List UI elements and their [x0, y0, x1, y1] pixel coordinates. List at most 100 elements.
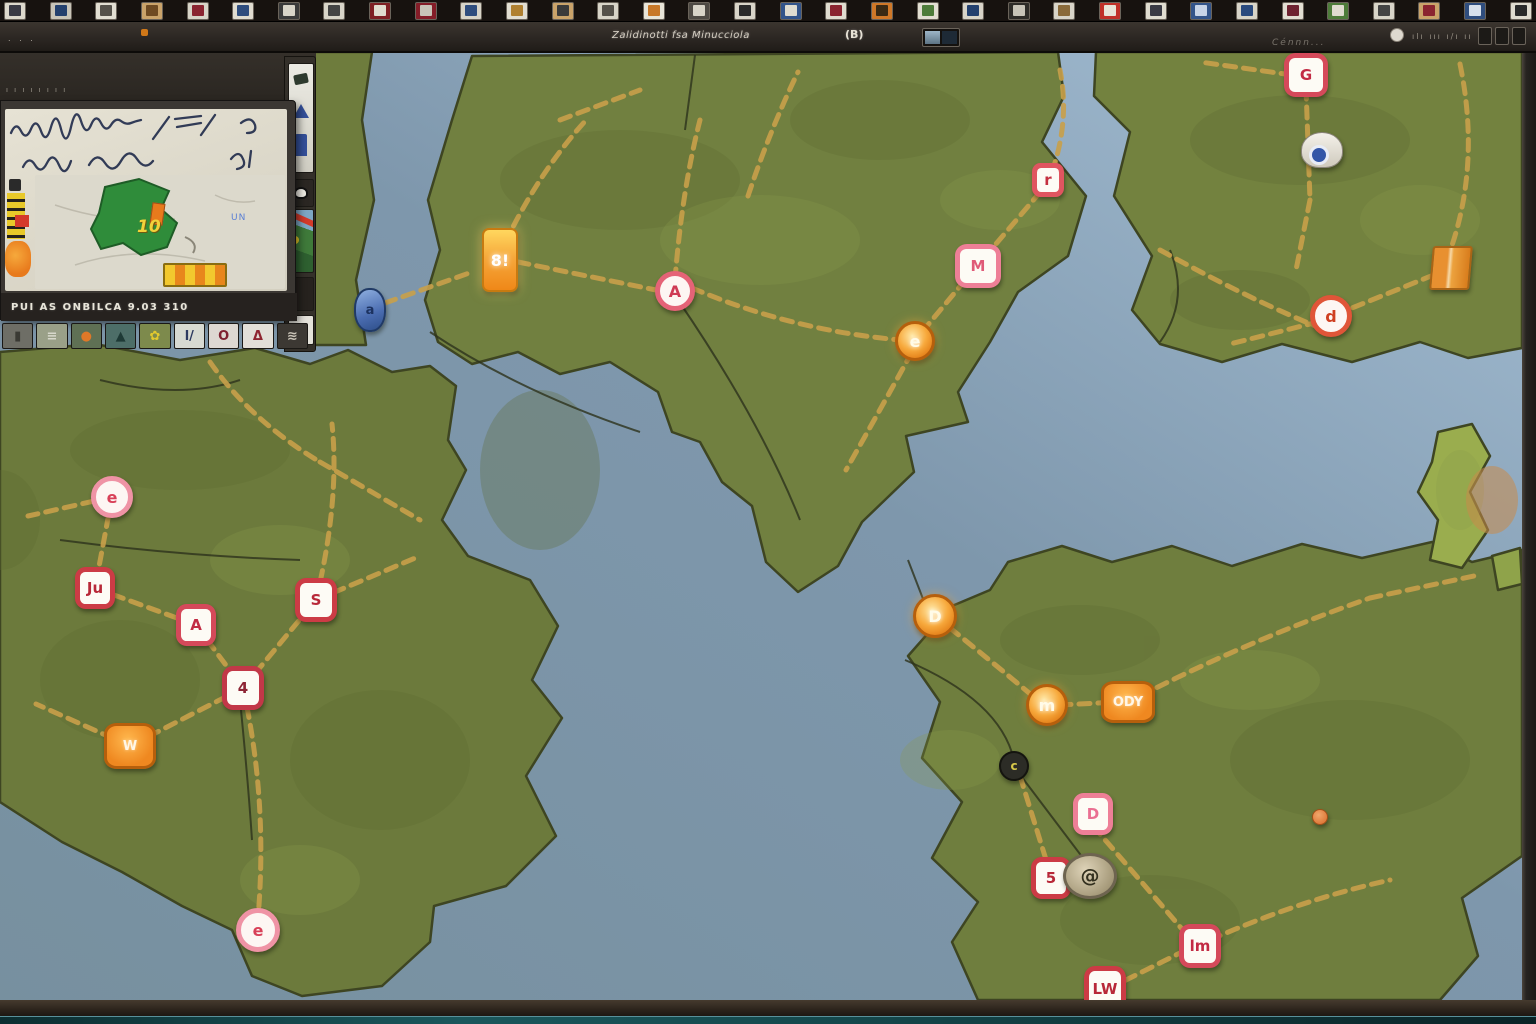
- map-marker-glow[interactable]: e: [895, 321, 935, 361]
- pawn-icon: [295, 134, 307, 156]
- app-icon-glyph: [1195, 5, 1207, 16]
- app-icon-glyph: [785, 5, 797, 16]
- app-icon[interactable]: [460, 2, 482, 20]
- app-icon-glyph: [648, 5, 660, 16]
- toolbar-button-group: [1478, 27, 1526, 45]
- map-marker-sq[interactable]: A: [176, 604, 216, 646]
- app-icon[interactable]: [141, 2, 163, 20]
- minimap-landmass: [91, 179, 177, 255]
- map-marker-sqflat[interactable]: ODY: [1101, 681, 1155, 723]
- app-icon[interactable]: [734, 2, 756, 20]
- marker-glyph: S: [300, 583, 332, 617]
- app-icon[interactable]: [506, 2, 528, 20]
- app-icon[interactable]: [1145, 2, 1167, 20]
- map-marker-sq[interactable]: M: [955, 244, 1001, 288]
- app-icon[interactable]: [1008, 2, 1030, 20]
- marker-glyph: 5: [1036, 862, 1066, 894]
- app-icon[interactable]: [643, 2, 665, 20]
- map-marker-banner[interactable]: [1429, 246, 1473, 290]
- pane-toggle-button[interactable]: [922, 28, 960, 47]
- app-icon[interactable]: [323, 2, 345, 20]
- app-icon-glyph: [602, 5, 614, 16]
- app-icon[interactable]: [415, 2, 437, 20]
- map-marker-btall[interactable]: 8!: [482, 228, 518, 292]
- app-icon[interactable]: [962, 2, 984, 20]
- app-icon-strip: [0, 0, 1536, 22]
- app-icon[interactable]: [95, 2, 117, 20]
- app-icon-glyph: [9, 5, 21, 16]
- toolbar-segment-button[interactable]: [1478, 27, 1492, 45]
- thumbnail[interactable]: Δ: [242, 323, 273, 349]
- toolbar-segment-button[interactable]: [1495, 27, 1509, 45]
- app-icon-glyph: [1378, 5, 1390, 16]
- thumbnail[interactable]: ▲: [105, 323, 136, 349]
- map-marker-glow[interactable]: m: [1026, 684, 1068, 726]
- globe-icon[interactable]: [1390, 28, 1404, 42]
- thumbnail-strip: ▮≡●▲✿l/OΔ≋: [2, 322, 308, 350]
- app-icon[interactable]: [369, 2, 391, 20]
- status-strip-teal: [0, 1016, 1536, 1024]
- map-marker-circ[interactable]: A: [655, 271, 695, 311]
- app-icon[interactable]: [1418, 2, 1440, 20]
- map-marker-pill[interactable]: a: [354, 288, 386, 332]
- app-icon[interactable]: [4, 2, 26, 20]
- app-icon[interactable]: [780, 2, 802, 20]
- marker-glyph: G: [1289, 58, 1323, 92]
- app-icon[interactable]: [871, 2, 893, 20]
- app-icon[interactable]: [825, 2, 847, 20]
- app-icon[interactable]: [1099, 2, 1121, 20]
- app-icon[interactable]: [187, 2, 209, 20]
- thumbnail[interactable]: ▮: [2, 323, 33, 349]
- app-icon[interactable]: [232, 2, 254, 20]
- app-icon-glyph: [557, 5, 569, 16]
- app-icon[interactable]: [278, 2, 300, 20]
- app-icon-glyph: [739, 5, 751, 16]
- app-icon-glyph: [922, 5, 934, 16]
- map-marker-sq[interactable]: 4: [222, 666, 264, 710]
- thumbnail[interactable]: O: [208, 323, 239, 349]
- app-icon[interactable]: [50, 2, 72, 20]
- app-icon[interactable]: [1282, 2, 1304, 20]
- thumbnail[interactable]: l/: [174, 323, 205, 349]
- app-icon[interactable]: [917, 2, 939, 20]
- map-marker-circ[interactable]: d: [1310, 295, 1352, 337]
- thumbnail[interactable]: ≡: [36, 323, 67, 349]
- thumbnail[interactable]: ≋: [277, 323, 308, 349]
- app-icon[interactable]: [1373, 2, 1395, 20]
- app-icon[interactable]: [552, 2, 574, 20]
- marker-glyph: Ju: [80, 572, 110, 604]
- map-marker-sq[interactable]: r: [1032, 163, 1064, 197]
- app-icon[interactable]: [1464, 2, 1486, 20]
- panel-footer: PUI AS ONBILCA 9.03 310: [1, 293, 297, 321]
- map-marker-sq[interactable]: D: [1073, 793, 1113, 835]
- map-marker-circ[interactable]: e: [236, 908, 280, 952]
- map-marker-sqflat[interactable]: W: [104, 723, 156, 769]
- map-marker-sq[interactable]: G: [1284, 53, 1328, 97]
- toolbar: . . . Zalidinotti fsa Minucciola (B) ılı…: [0, 22, 1536, 53]
- map-marker-glow[interactable]: D: [913, 594, 957, 638]
- map-marker-sq[interactable]: S: [295, 578, 337, 622]
- toolbar-segment-button[interactable]: [1512, 27, 1526, 45]
- map-marker-stone[interactable]: @: [1063, 853, 1117, 899]
- app-icon[interactable]: [1327, 2, 1349, 20]
- panel-figure-orange: [5, 241, 31, 277]
- app-icon[interactable]: [1053, 2, 1075, 20]
- app-icon[interactable]: [1190, 2, 1212, 20]
- app-icon[interactable]: [688, 2, 710, 20]
- map-marker-sq[interactable]: lm: [1179, 924, 1221, 968]
- app-icon-glyph: [1469, 5, 1481, 16]
- map-marker-dome[interactable]: [1301, 132, 1343, 168]
- panel-minimap[interactable]: 10 UN: [35, 175, 285, 289]
- map-marker-dotd[interactable]: c: [999, 751, 1029, 781]
- map-marker-doto[interactable]: [1312, 809, 1328, 825]
- pane-light: [925, 31, 940, 44]
- app-icon[interactable]: [597, 2, 619, 20]
- app-icon-glyph: [1287, 5, 1299, 16]
- app-icon[interactable]: [1236, 2, 1258, 20]
- map-marker-sq[interactable]: Ju: [75, 567, 115, 609]
- panel-footer-text: PUI AS ONBILCA 9.03 310: [1, 302, 189, 313]
- thumbnail[interactable]: ●: [71, 323, 102, 349]
- map-marker-circ[interactable]: e: [91, 476, 133, 518]
- app-icon[interactable]: [1510, 2, 1532, 20]
- thumbnail[interactable]: ✿: [139, 323, 170, 349]
